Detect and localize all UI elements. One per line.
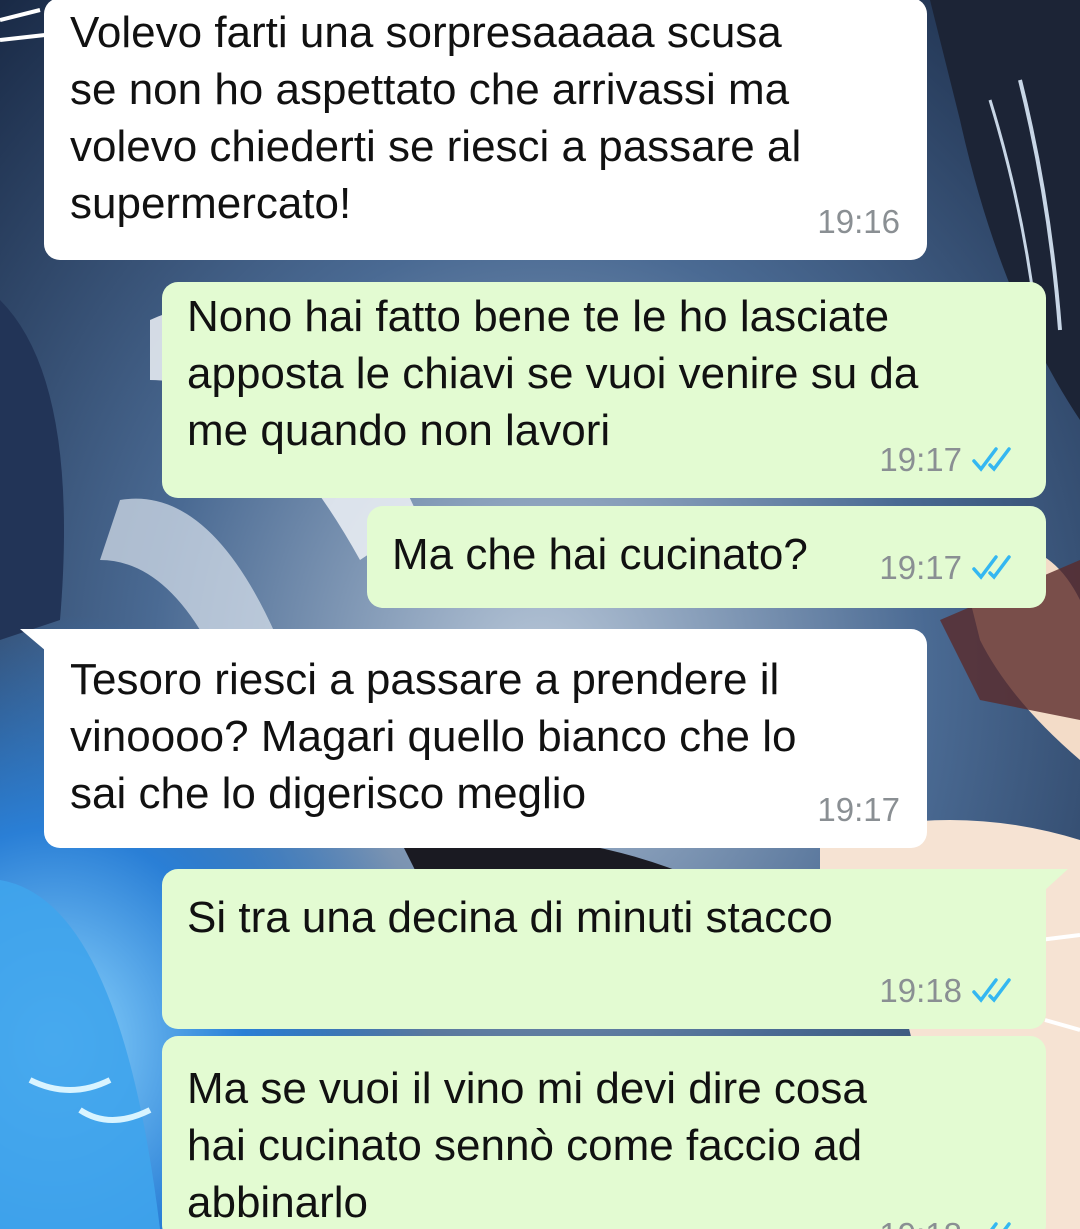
- double-check-read-icon: [990, 1222, 1011, 1229]
- message-timestamp: 19:17: [879, 441, 962, 478]
- message-text: Si tra una decina di minuti stacco: [187, 893, 833, 942]
- message-meta: 19:17: [879, 440, 1018, 480]
- message-meta: 19:17: [879, 548, 1018, 588]
- bubble-tail: [1044, 869, 1068, 891]
- message-outgoing[interactable]: Ma che hai cucinato? 19:17: [367, 506, 1046, 608]
- message-meta: 19:17: [817, 790, 900, 830]
- double-check-read-icon: [972, 978, 1011, 1003]
- message-text: Ma se vuoi il vino mi devi dire cosa hai…: [187, 1064, 867, 1227]
- message-meta: 19:18: [879, 971, 1018, 1011]
- message-outgoing[interactable]: Nono hai fatto bene te le ho lasciate ap…: [162, 282, 1046, 498]
- message-timestamp: 19:18: [879, 1215, 962, 1229]
- chat-screen[interactable]: Volevo farti una sorpresaaaaa scusa se n…: [0, 0, 1080, 1229]
- message-text: Volevo farti una sorpresaaaaa scusa se n…: [70, 8, 802, 228]
- double-check-read-icon: [972, 447, 1011, 472]
- message-text: Nono hai fatto bene te le ho lasciate ap…: [187, 292, 919, 455]
- message-timestamp: 19:17: [817, 791, 900, 828]
- message-timestamp: 19:17: [879, 549, 962, 586]
- message-outgoing[interactable]: Ma se vuoi il vino mi devi dire cosa hai…: [162, 1036, 1046, 1229]
- message-text: Tesoro riesci a passare a prendere il vi…: [70, 655, 797, 818]
- message-meta: 19:16: [817, 202, 900, 242]
- double-check-read-icon: [972, 555, 1011, 580]
- message-meta: 19:18: [879, 1215, 1018, 1229]
- message-timestamp: 19:16: [817, 203, 900, 240]
- message-incoming[interactable]: Volevo farti una sorpresaaaaa scusa se n…: [44, 0, 927, 260]
- message-timestamp: 19:18: [879, 972, 962, 1009]
- message-outgoing[interactable]: Si tra una decina di minuti stacco 19:18: [162, 869, 1046, 1029]
- bubble-tail: [20, 629, 46, 651]
- message-incoming[interactable]: Tesoro riesci a passare a prendere il vi…: [44, 629, 927, 848]
